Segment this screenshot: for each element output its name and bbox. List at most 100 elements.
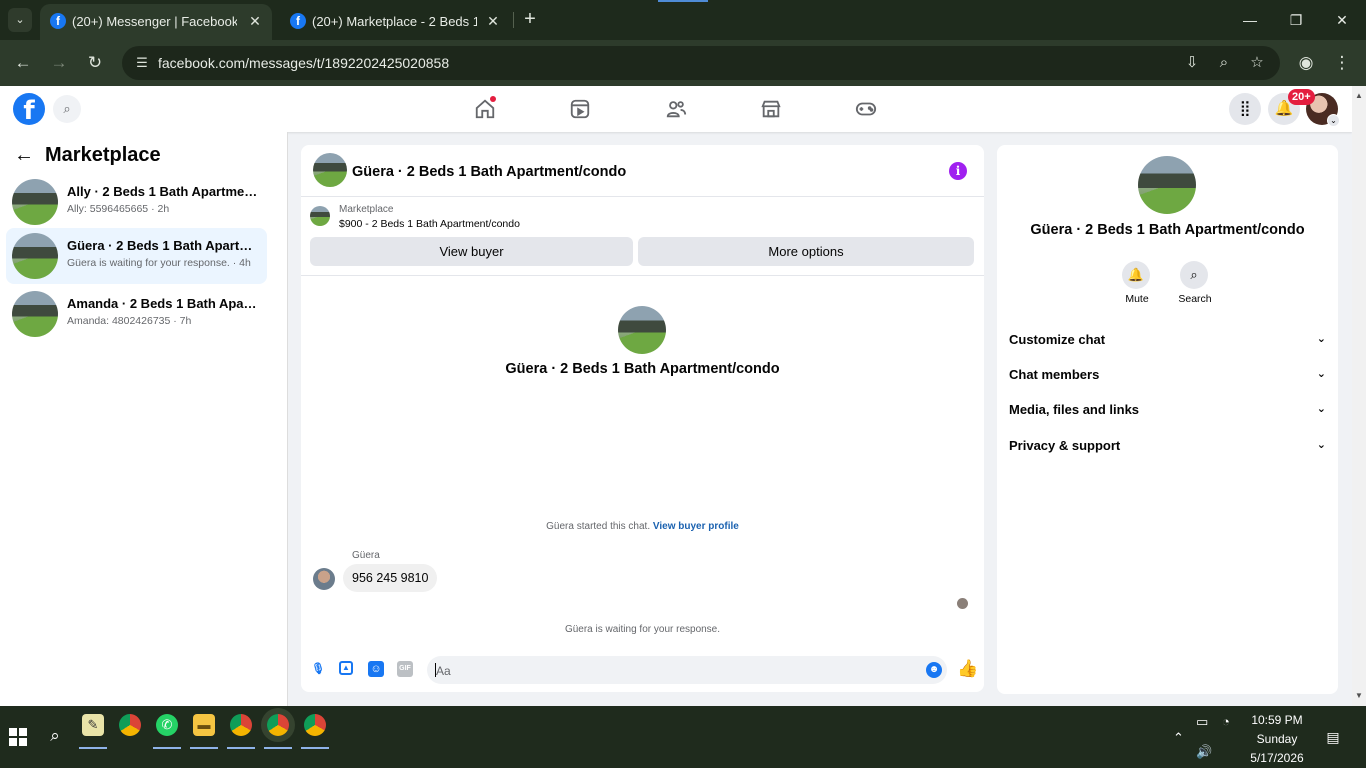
scroll-down-icon[interactable]: ▼	[1355, 691, 1363, 700]
media-files-links-section[interactable]: Media, files and links ⌄	[1009, 402, 1326, 426]
chrome-profile-icon[interactable]	[230, 714, 252, 736]
conversation-list: ← Marketplace Ally · 2 Beds 1 Bath Apart…	[0, 132, 288, 706]
sender-avatar[interactable]	[313, 568, 335, 590]
conversation-item[interactable]: Ally · 2 Beds 1 Bath Apartment/... Ally:…	[6, 174, 267, 230]
chat-members-section[interactable]: Chat members ⌄	[1009, 367, 1326, 391]
customize-chat-section[interactable]: Customize chat ⌄	[1009, 332, 1326, 356]
waiting-notice: Güera is waiting for your response.	[564, 624, 721, 635]
new-tab-icon[interactable]: +	[519, 9, 541, 31]
bookmark-star-icon[interactable]: ☆	[1245, 51, 1269, 75]
search-label[interactable]: Search	[1165, 293, 1225, 305]
conversation-item[interactable]: Amanda · 2 Beds 1 Bath Apartm... Amanda:…	[6, 286, 267, 342]
wifi-icon[interactable]: ◔	[1222, 714, 1230, 729]
video-icon[interactable]	[567, 96, 593, 122]
mute-bell-icon[interactable]: 🔔	[1122, 261, 1150, 289]
minimize-icon[interactable]: —	[1238, 8, 1262, 32]
mute-label[interactable]: Mute	[1107, 293, 1167, 305]
volume-icon[interactable]: 🔊	[1196, 744, 1212, 760]
menu-grid-icon[interactable]: ⣿	[1229, 93, 1261, 125]
photo-icon[interactable]: ▲	[339, 661, 353, 675]
address-bar[interactable]: ☰ facebook.com/messages/t/18922024250208…	[122, 46, 1280, 80]
banner-listing[interactable]: $900 - 2 Beds 1 Bath Apartment/condo	[339, 218, 520, 230]
chrome-active-icon[interactable]	[267, 714, 289, 736]
tab-indicator	[658, 0, 708, 2]
scroll-up-icon[interactable]: ▲	[1355, 91, 1363, 100]
chrome-menu-icon[interactable]: ⋮	[1330, 51, 1354, 75]
account-chevron-icon[interactable]: ⌄	[1327, 114, 1340, 127]
listing-thumbnail	[12, 179, 58, 225]
running-indicator	[227, 747, 255, 749]
file-explorer-icon[interactable]: ▬	[193, 714, 215, 736]
section-label: Customize chat	[1009, 332, 1106, 347]
listing-thumbnail	[310, 206, 330, 226]
hero-thumbnail	[618, 306, 666, 354]
listing-thumbnail[interactable]	[313, 153, 347, 187]
zoom-icon[interactable]: ⌕	[1212, 51, 1236, 75]
more-options-button[interactable]: More options	[638, 237, 974, 266]
sticker-icon[interactable]: ☺	[368, 661, 384, 677]
browser-toolbar: ← → ↻ ☰ facebook.com/messages/t/18922024…	[0, 40, 1366, 86]
marketplace-icon[interactable]	[758, 96, 784, 122]
running-indicator	[264, 747, 292, 749]
windows-taskbar: ⌕ ✎ ✆ ▬ ⌃ ▭ ◔ 🔊 10:59 PM Sunday 5/17/202…	[0, 706, 1366, 768]
message-bubble[interactable]: 956 245 9810	[343, 564, 438, 592]
running-indicator	[79, 747, 107, 749]
privacy-support-section[interactable]: Privacy & support ⌄	[1009, 438, 1326, 462]
sender-name: Güera	[352, 550, 380, 561]
section-label: Media, files and links	[1009, 402, 1140, 417]
tab-messenger[interactable]: f (20+) Messenger | Facebook ✕	[40, 4, 272, 40]
chrome-icon[interactable]	[119, 714, 141, 736]
chrome-profile-icon[interactable]	[304, 714, 326, 736]
chat-header: Güera · 2 Beds 1 Bath Apartment/condo i	[301, 145, 984, 197]
notepad-icon[interactable]: ✎	[82, 714, 104, 736]
search-icon[interactable]: ⌕	[53, 95, 81, 123]
facebook-header: f ⌕ ⣿ 🔔	[0, 86, 1352, 132]
thumbs-up-icon[interactable]: 👍	[957, 659, 978, 679]
taskbar-search-icon[interactable]: ⌕	[45, 726, 65, 746]
back-icon[interactable]: ←	[11, 51, 35, 75]
system-clock[interactable]: 10:59 PM Sunday 5/17/2026	[1240, 711, 1314, 768]
emoji-icon[interactable]: ☻	[926, 662, 942, 678]
close-tab-icon[interactable]: ✕	[484, 12, 502, 30]
gaming-icon[interactable]	[853, 96, 879, 122]
show-hidden-icons-icon[interactable]: ⌃	[1173, 730, 1184, 746]
install-app-icon[interactable]: ⇩	[1180, 51, 1204, 75]
microphone-icon[interactable]: 🎙	[310, 661, 326, 677]
page-scrollbar[interactable]: ▲ ▼	[1352, 86, 1366, 706]
browser-tab-strip: ⌄ f (20+) Messenger | Facebook ✕ f (20+)…	[0, 0, 1366, 40]
profile-icon[interactable]: ◉	[1294, 51, 1318, 75]
search-icon[interactable]: ⌕	[1180, 261, 1208, 289]
back-arrow-icon[interactable]: ←	[14, 144, 34, 167]
view-buyer-button[interactable]: View buyer	[310, 237, 633, 266]
message-placeholder: Aa	[436, 664, 451, 678]
friends-icon[interactable]	[663, 96, 689, 122]
conversation-item-active[interactable]: Güera · 2 Beds 1 Bath Apartmen... Güera …	[6, 228, 267, 284]
windows-start-icon[interactable]	[9, 728, 27, 746]
view-buyer-profile-link[interactable]: View buyer profile	[653, 521, 739, 532]
conversation-name: Amanda · 2 Beds 1 Bath Apartm...	[67, 296, 259, 311]
info-icon[interactable]: i	[949, 162, 967, 180]
hero-name: Güera · 2 Beds 1 Bath Apartment/condo	[505, 361, 780, 377]
tab-marketplace[interactable]: f (20+) Marketplace - 2 Beds 1 Bath Apar…	[280, 4, 510, 40]
reload-icon[interactable]: ↻	[83, 51, 107, 75]
tab-search-chevron-icon[interactable]: ⌄	[8, 8, 32, 32]
chat-started-notice: Güera started this chat. View buyer prof…	[301, 521, 984, 532]
site-info-icon[interactable]: ☰	[130, 51, 154, 75]
facebook-logo[interactable]: f	[13, 93, 45, 126]
chat-title[interactable]: Güera · 2 Beds 1 Bath Apartment/condo	[352, 164, 626, 180]
chevron-down-icon: ⌄	[1316, 368, 1326, 380]
clock-day: Sunday	[1256, 732, 1298, 746]
whatsapp-icon[interactable]: ✆	[156, 714, 178, 736]
battery-icon[interactable]: ▭	[1196, 714, 1208, 730]
action-center-icon[interactable]: ▤	[1324, 728, 1342, 746]
running-indicator	[190, 747, 218, 749]
forward-icon[interactable]: →	[47, 51, 71, 75]
home-notification-dot	[490, 96, 496, 102]
restore-icon[interactable]: ❐	[1284, 8, 1308, 32]
gif-icon[interactable]: GIF	[397, 661, 413, 677]
chat-window: Güera · 2 Beds 1 Bath Apartment/condo i …	[301, 145, 984, 692]
close-window-icon[interactable]: ✕	[1330, 8, 1354, 32]
message-input[interactable]: Aa ☻	[427, 656, 947, 684]
facebook-favicon-icon: f	[50, 13, 66, 29]
close-tab-icon[interactable]: ✕	[246, 12, 264, 30]
